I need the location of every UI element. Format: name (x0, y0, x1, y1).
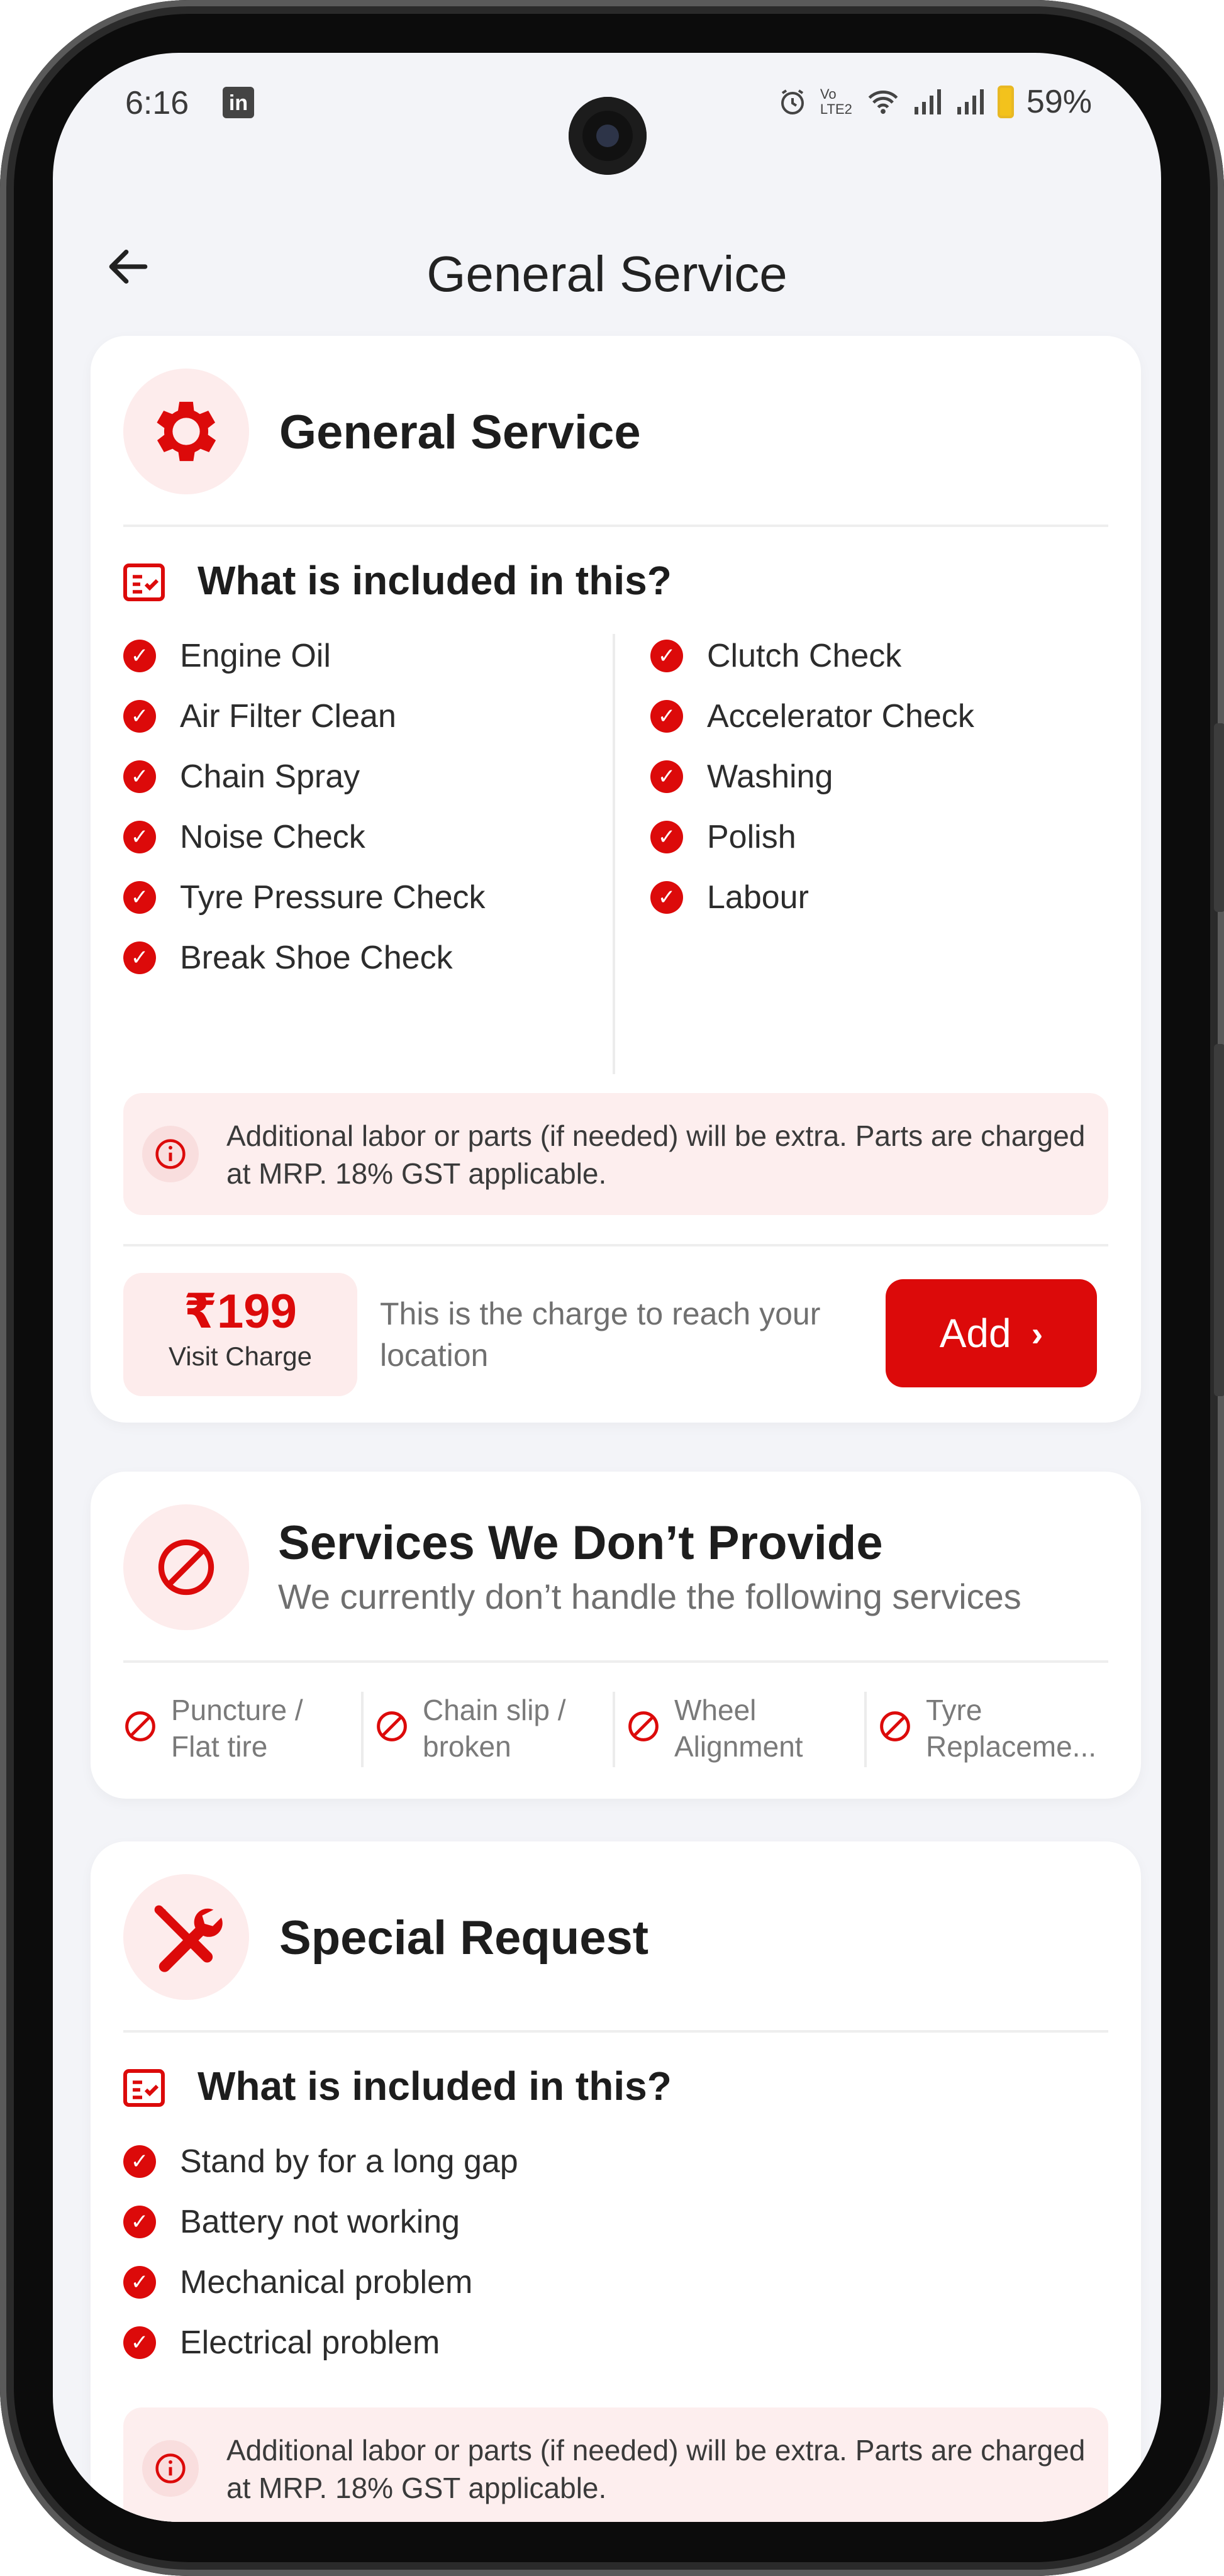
included-item: ✓ Air Filter Clean (123, 694, 396, 738)
checklist-icon (123, 2069, 165, 2107)
excluded-service: Chain slip / broken (375, 1692, 601, 1765)
gear-icon (157, 401, 216, 462)
camera-cutout (569, 97, 647, 175)
separator (361, 1692, 364, 1767)
gear-icon-circle (123, 369, 249, 494)
add-button-label: Add (939, 1311, 1011, 1356)
alarm-icon (781, 89, 804, 114)
page-title: General Service (426, 246, 787, 302)
visit-charge-box: ₹199 Visit Charge (123, 1273, 357, 1396)
check-icon: ✓ (123, 2266, 156, 2299)
check-icon: ✓ (123, 700, 156, 733)
included-item: ✓ Chain Spray (123, 755, 360, 799)
general-service-title: General Service (279, 406, 641, 459)
add-button[interactable]: Add › (886, 1279, 1097, 1387)
included-heading: What is included in this? (198, 2063, 672, 2109)
ban-icon (158, 1539, 214, 1596)
info-icon (142, 2440, 199, 2497)
special-request-title: Special Request (279, 1911, 649, 1965)
excluded-service: Wheel Alignment (626, 1692, 853, 1765)
info-note: Additional labor or parts (if needed) wi… (123, 1093, 1108, 1215)
included-item: ✓ Noise Check (123, 815, 365, 859)
signal-icon (914, 89, 941, 114)
included-item: ✓ Polish (650, 815, 796, 859)
column-divider (613, 634, 615, 1074)
ban-icon (628, 1711, 659, 1741)
tools-icon (154, 1905, 223, 1972)
included-item: ✓ Break Shoe Check (123, 936, 453, 980)
included-item: ✓ Accelerator Check (650, 694, 974, 738)
chevron-right-icon: › (1031, 1313, 1043, 1353)
divider (123, 1660, 1108, 1663)
included-item: ✓ Mechanical problem (123, 2260, 472, 2304)
included-item: ✓ Labour (650, 875, 809, 919)
included-item: ✓ Tyre Pressure Check (123, 875, 486, 919)
excluded-service: Puncture / Flat tire (123, 1692, 350, 1765)
visit-charge-amount: ₹199 (184, 1285, 297, 1338)
battery-icon (997, 86, 1014, 118)
status-time: 6:16 (125, 85, 189, 121)
signal-icon (957, 89, 984, 114)
status-bar: 6:16 in Vo LTE2 59% (53, 53, 1161, 175)
checklist-icon (123, 564, 165, 601)
ban-icon (377, 1711, 407, 1741)
visit-charge-label: Visit Charge (168, 1341, 312, 1371)
included-item: ✓ Battery not working (123, 2200, 460, 2244)
screen: 6:16 in Vo LTE2 59% General Service Gene… (53, 53, 1161, 2522)
tools-icon-circle (123, 1874, 249, 2000)
ban-icon (880, 1711, 910, 1741)
power-button (1214, 1044, 1224, 1396)
included-item: ✓ Engine Oil (123, 634, 331, 678)
info-note: Additional labor or parts (if needed) wi… (123, 2407, 1108, 2522)
phone-frame: 6:16 in Vo LTE2 59% General Service Gene… (0, 0, 1224, 2576)
special-request-card: Special Request What is included in this… (91, 1841, 1141, 2522)
check-icon: ✓ (123, 941, 156, 974)
check-icon: ✓ (650, 700, 683, 733)
included-item: ✓ Stand by for a long gap (123, 2140, 518, 2184)
included-item: ✓ Electrical problem (123, 2321, 440, 2365)
check-icon: ✓ (650, 821, 683, 853)
check-icon: ✓ (123, 760, 156, 793)
general-service-card: General Service What is included in this… (91, 336, 1141, 1423)
included-heading: What is included in this? (198, 558, 672, 603)
excluded-service: Tyre Replaceme... (878, 1692, 1130, 1765)
app-header: General Service (53, 223, 1161, 311)
volume-button (1214, 723, 1224, 912)
ban-icon-circle (123, 1504, 249, 1630)
divider (123, 525, 1108, 527)
battery-percent: 59% (1026, 84, 1092, 120)
check-icon: ✓ (123, 2206, 156, 2238)
divider (123, 2030, 1108, 2033)
wifi-icon (868, 91, 898, 114)
check-icon: ✓ (650, 881, 683, 914)
separator (613, 1692, 615, 1767)
charge-description: This is the charge to reach your locatio… (380, 1296, 821, 1373)
info-note-text: Additional labor or parts (if needed) wi… (226, 2434, 1086, 2504)
check-icon: ✓ (123, 2145, 156, 2178)
ban-icon (125, 1711, 155, 1741)
included-item: ✓ Clutch Check (650, 634, 901, 678)
check-icon: ✓ (650, 760, 683, 793)
status-indicators: Vo LTE2 59% (777, 83, 1092, 121)
linkedin-icon: in (223, 87, 254, 118)
check-icon: ✓ (123, 640, 156, 672)
info-icon (142, 1126, 199, 1182)
divider (123, 1244, 1108, 1246)
not-provided-title: Services We Don’t Provide (278, 1516, 883, 1570)
check-icon: ✓ (123, 881, 156, 914)
volte-icon: Vo LTE2 (820, 86, 852, 117)
check-icon: ✓ (123, 821, 156, 853)
not-provided-card: Services We Don’t Provide We currently d… (91, 1472, 1141, 1799)
check-icon: ✓ (123, 2326, 156, 2359)
check-icon: ✓ (650, 640, 683, 672)
info-note-text: Additional labor or parts (if needed) wi… (226, 1119, 1086, 1190)
included-item: ✓ Washing (650, 755, 833, 799)
separator (864, 1692, 867, 1767)
not-provided-subtitle: We currently don’t handle the following … (278, 1577, 1021, 1616)
